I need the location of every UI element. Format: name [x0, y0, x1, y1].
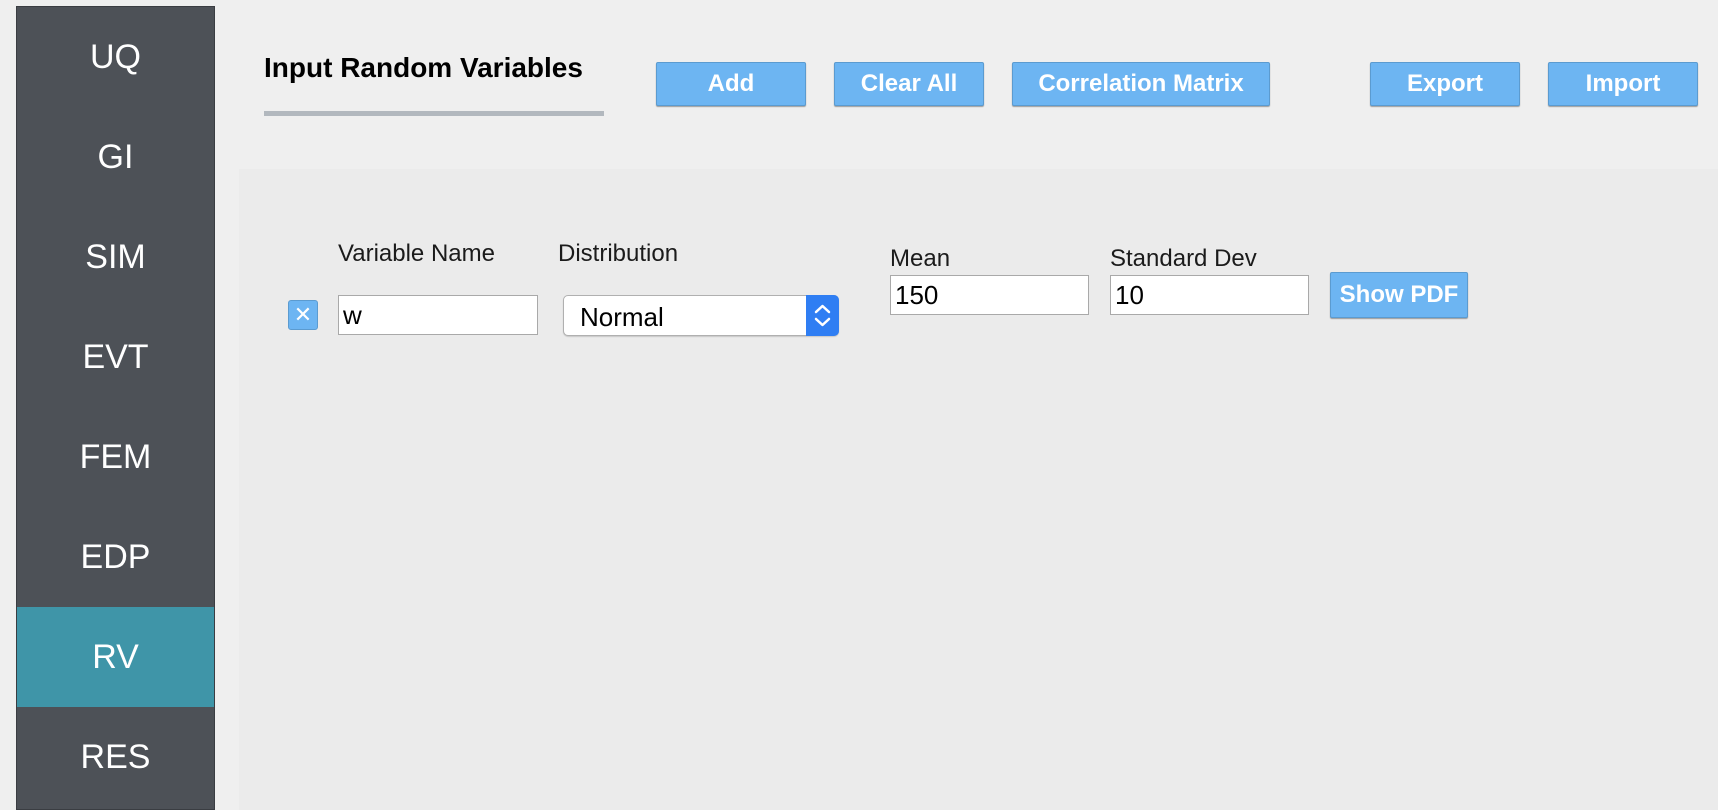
sidebar-item-label: UQ: [90, 37, 141, 76]
sidebar-item-sim[interactable]: SIM: [17, 207, 214, 307]
export-button[interactable]: Export: [1370, 62, 1520, 106]
page-title: Input Random Variables: [264, 52, 583, 83]
distribution-label: Distribution: [558, 240, 679, 267]
mean-label: Mean: [890, 245, 951, 272]
variable-name-field[interactable]: [338, 295, 538, 335]
title-underline: [264, 111, 604, 116]
sidebar-item-uq[interactable]: UQ: [17, 7, 214, 107]
sidebar-item-label: RES: [80, 737, 151, 776]
sidebar-item-label: RV: [92, 637, 139, 676]
chevron-up-down-icon: [806, 295, 839, 336]
correlation-matrix-button[interactable]: Correlation Matrix: [1012, 62, 1270, 106]
mean-field[interactable]: [890, 275, 1089, 315]
distribution-select[interactable]: Normal: [563, 295, 839, 336]
remove-variable-button[interactable]: ✕: [288, 300, 318, 330]
clear-all-button[interactable]: Clear All: [834, 62, 984, 106]
variable-name-label: Variable Name: [338, 240, 495, 267]
sidebar-item-label: FEM: [79, 437, 152, 476]
show-pdf-button[interactable]: Show PDF: [1330, 272, 1468, 318]
standard-dev-label: Standard Dev: [1110, 245, 1257, 272]
sidebar-item-edp[interactable]: EDP: [17, 507, 214, 607]
standard-dev-field[interactable]: [1110, 275, 1309, 315]
sidebar-item-label: GI: [97, 137, 134, 176]
distribution-selected-value: Normal: [580, 302, 664, 332]
sidebar-item-rv[interactable]: RV: [17, 607, 214, 707]
app-window: UQ GI SIM EVT FEM EDP RV RES Input Rando…: [0, 0, 1718, 810]
import-button[interactable]: Import: [1548, 62, 1698, 106]
sidebar-item-label: EVT: [82, 337, 149, 376]
sidebar-item-res[interactable]: RES: [17, 707, 214, 807]
sidebar-item-fem[interactable]: FEM: [17, 407, 214, 507]
sidebar-item-evt[interactable]: EVT: [17, 307, 214, 407]
sidebar-item-gi[interactable]: GI: [17, 107, 214, 207]
add-button[interactable]: Add: [656, 62, 806, 106]
close-icon: ✕: [293, 302, 313, 327]
sidebar: UQ GI SIM EVT FEM EDP RV RES: [16, 6, 215, 810]
sidebar-item-label: EDP: [80, 537, 151, 576]
sidebar-item-label: SIM: [85, 237, 146, 276]
